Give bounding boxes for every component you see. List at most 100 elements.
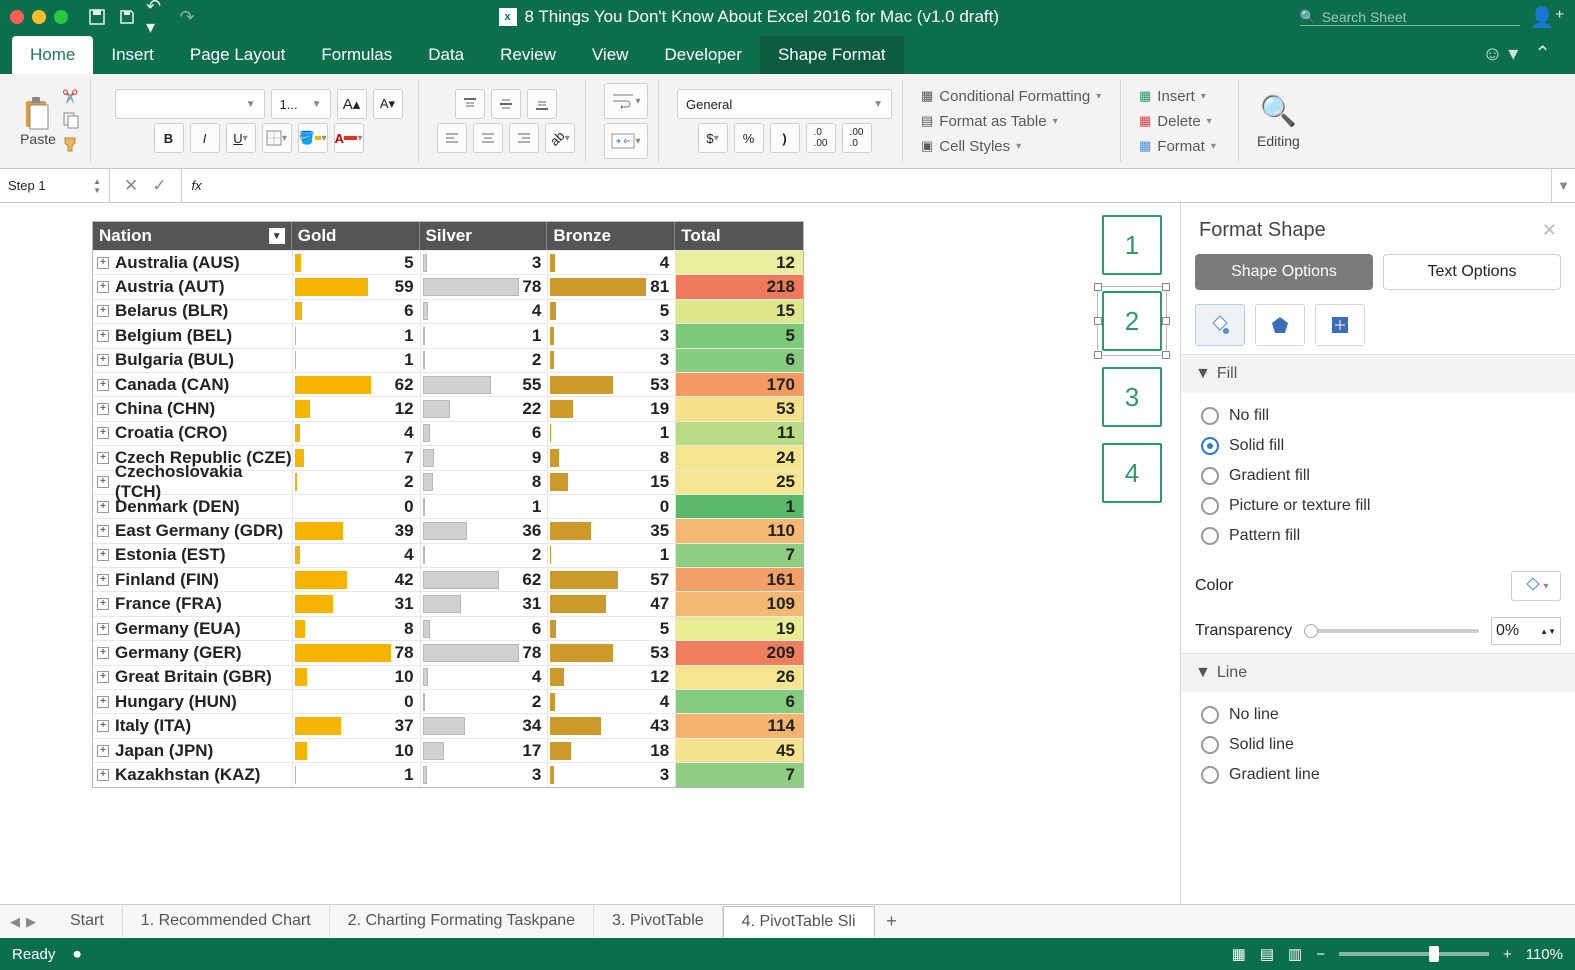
borders-button[interactable]: ▾ [262,123,292,153]
zoom-out-icon[interactable]: − [1316,946,1325,963]
increase-font-icon[interactable]: A▴ [337,89,367,119]
table-row[interactable]: +East Germany (GDR)393635110 [93,518,803,542]
maximize-window-button[interactable] [54,10,68,24]
header-gold[interactable]: Gold [292,222,420,250]
page-layout-view-icon[interactable]: ▤ [1260,945,1274,963]
ribbon-tab-data[interactable]: Data [410,36,482,74]
close-window-button[interactable] [10,10,24,24]
page-break-view-icon[interactable]: ▥ [1288,945,1302,963]
minimize-window-button[interactable] [32,10,46,24]
fill-option-no-fill[interactable]: No fill [1201,401,1575,431]
table-row[interactable]: +Belgium (BEL)1135 [93,323,803,347]
expand-icon[interactable]: + [97,501,109,513]
expand-icon[interactable]: + [97,476,109,488]
format-painter-icon[interactable] [62,135,80,153]
decrease-font-icon[interactable]: A▾ [373,89,403,119]
cancel-formula-icon[interactable]: ✕ [124,176,138,196]
expand-icon[interactable]: + [97,330,109,342]
increase-decimal-icon[interactable]: .0.00 [806,123,836,153]
insert-cells-button[interactable]: ▦Insert ▾ [1139,86,1206,107]
table-row[interactable]: +Kazakhstan (KAZ)1337 [93,762,803,786]
font-color-button[interactable]: A▾ [334,123,364,153]
font-size-select[interactable]: 1...▼ [271,89,331,119]
align-left-icon[interactable] [437,123,467,153]
share-icon[interactable]: 👤⁺ [1530,5,1565,30]
table-row[interactable]: +Canada (CAN)625553170 [93,372,803,396]
format-cells-button[interactable]: ▦Format ▾ [1139,136,1216,157]
cut-icon[interactable]: ✂️ [62,89,80,105]
header-silver[interactable]: Silver [420,222,548,250]
cell-styles-button[interactable]: ▣Cell Styles ▾ [921,136,1021,157]
sheet-tab-2[interactable]: 2. Charting Formating Taskpane [330,906,594,937]
table-row[interactable]: +Denmark (DEN)0101 [93,494,803,518]
autosave-icon[interactable] [86,6,108,28]
expand-icon[interactable]: + [97,379,109,391]
line-option-no-line[interactable]: No line [1201,700,1575,730]
percent-icon[interactable]: % [734,123,764,153]
effects-tab-icon[interactable] [1255,304,1305,346]
align-top-icon[interactable] [455,89,485,119]
conditional-formatting-button[interactable]: ▦Conditional Formatting ▾ [921,86,1101,107]
shape-options-tab[interactable]: Shape Options [1195,254,1373,290]
close-pane-icon[interactable]: ✕ [1542,220,1557,241]
number-format-select[interactable]: General▼ [677,89,892,119]
table-row[interactable]: +Great Britain (GBR)1041226 [93,665,803,689]
ribbon-tab-home[interactable]: Home [12,36,93,74]
align-bottom-icon[interactable] [527,89,557,119]
fill-line-tab-icon[interactable] [1195,304,1245,346]
table-row[interactable]: +Estonia (EST)4217 [93,543,803,567]
expand-icon[interactable]: + [97,598,109,610]
collapse-ribbon-icon[interactable]: ⌃ [1534,41,1551,66]
merge-center-icon[interactable]: ▾ [604,123,648,159]
align-middle-icon[interactable] [491,89,521,119]
expand-icon[interactable]: + [97,696,109,708]
table-row[interactable]: +Italy (ITA)373443114 [93,713,803,737]
ribbon-tab-page-layout[interactable]: Page Layout [172,36,303,74]
filter-dropdown-icon[interactable]: ▼ [269,228,285,244]
fill-option-solid-fill[interactable]: Solid fill [1201,431,1575,461]
italic-button[interactable]: I [190,123,220,153]
slicer-step-2[interactable]: 2 [1102,291,1162,351]
table-row[interactable]: +Austria (AUT)597881218 [93,274,803,298]
fill-section-header[interactable]: ▼Fill [1181,355,1575,393]
zoom-level[interactable]: 110% [1526,946,1563,963]
expand-icon[interactable]: + [97,403,109,415]
line-option-gradient-line[interactable]: Gradient line [1201,760,1575,790]
ribbon-tab-developer[interactable]: Developer [646,36,760,74]
fill-color-button[interactable]: 🪣▾ [298,123,328,153]
save-icon[interactable] [116,6,138,28]
align-right-icon[interactable] [509,123,539,153]
header-nation[interactable]: Nation▼ [93,222,292,250]
table-row[interactable]: +Australia (AUS)53412 [93,250,803,274]
font-name-select[interactable]: ▼ [115,89,265,119]
zoom-in-icon[interactable]: + [1503,946,1512,963]
slicer-step-4[interactable]: 4 [1102,443,1162,503]
next-sheet-icon[interactable]: ▶ [26,914,36,930]
normal-view-icon[interactable]: ▦ [1232,945,1246,963]
fill-color-picker[interactable]: ▾ [1511,571,1561,601]
ribbon-tab-review[interactable]: Review [482,36,574,74]
expand-icon[interactable]: + [97,354,109,366]
expand-formula-bar-icon[interactable]: ▼ [1551,169,1575,202]
formula-input[interactable]: fx [181,169,1552,202]
add-sheet-button[interactable]: + [877,911,907,932]
sheet-tab-4[interactable]: 4. PivotTable Sli [723,906,875,937]
table-row[interactable]: +China (CHN)12221953 [93,396,803,420]
expand-icon[interactable]: + [97,427,109,439]
fill-option-pattern-fill[interactable]: Pattern fill [1201,521,1575,551]
expand-icon[interactable]: + [97,720,109,732]
ribbon-tab-view[interactable]: View [574,36,647,74]
expand-icon[interactable]: + [97,525,109,537]
align-center-icon[interactable] [473,123,503,153]
table-row[interactable]: +France (FRA)313147109 [93,591,803,615]
ribbon-tab-insert[interactable]: Insert [93,36,172,74]
table-row[interactable]: +Japan (JPN)10171845 [93,738,803,762]
fill-option-gradient-fill[interactable]: Gradient fill [1201,461,1575,491]
ribbon-tab-formulas[interactable]: Formulas [303,36,410,74]
currency-icon[interactable]: $ ▾ [698,123,728,153]
prev-sheet-icon[interactable]: ◀ [10,914,20,930]
table-row[interactable]: +Germany (EUA)86519 [93,616,803,640]
sheet-tab-0[interactable]: Start [52,906,123,937]
table-row[interactable]: +Czechoslovakia (TCH)281525 [93,470,803,494]
transparency-slider[interactable] [1304,629,1479,633]
